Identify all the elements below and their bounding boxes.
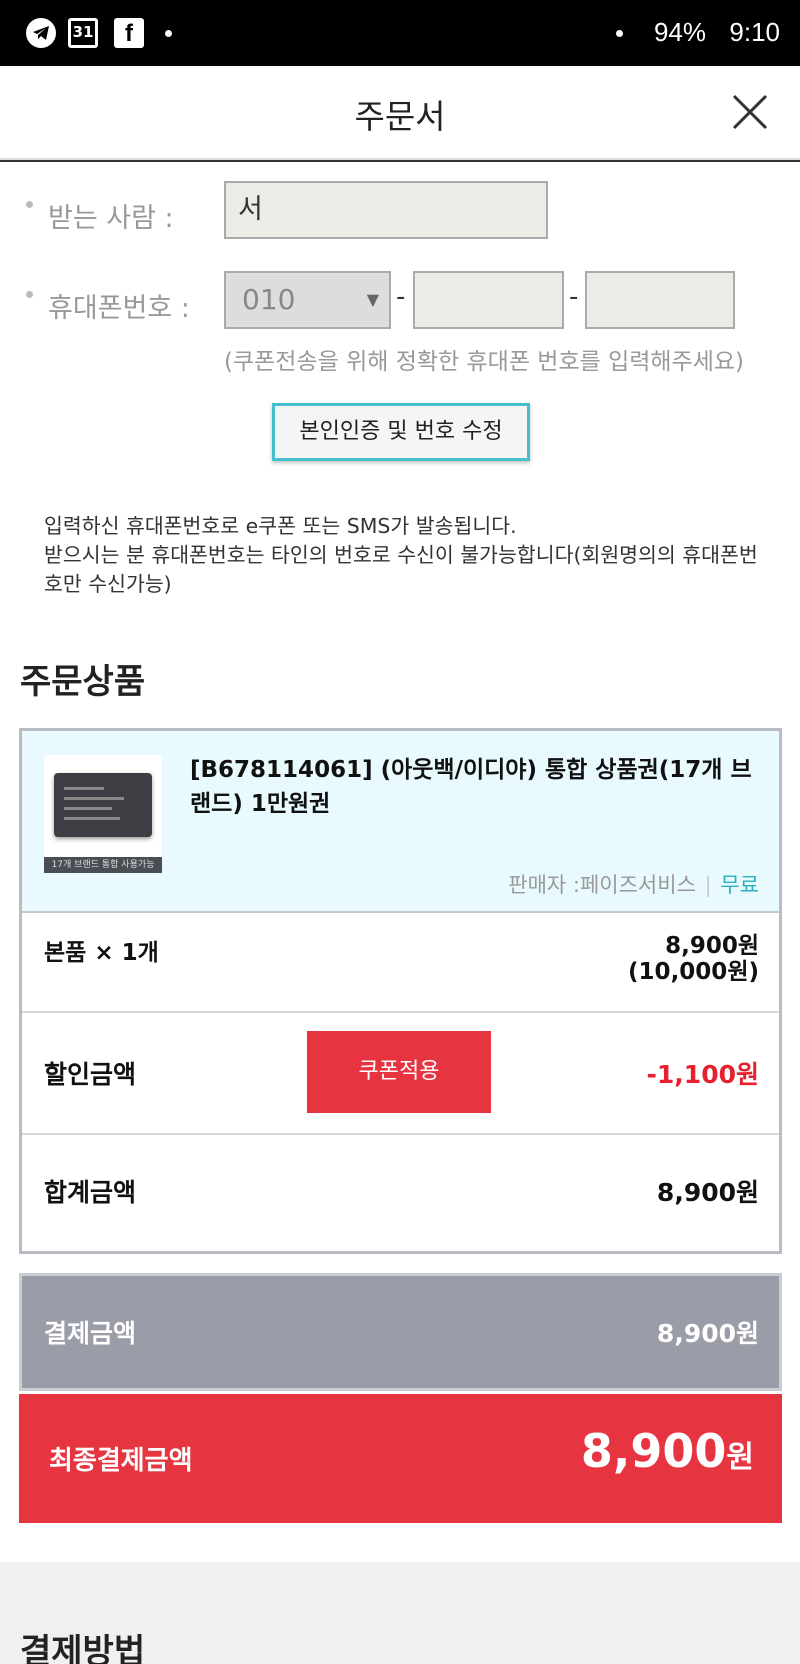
- subtotal-value: 8,900원: [656, 1178, 759, 1207]
- payment-method-title: 결제방법: [20, 1632, 146, 1664]
- sale-price: 8,900원: [665, 933, 759, 959]
- discount-row: 할인금액 쿠폰적용 -1,100원: [22, 1013, 779, 1135]
- recipient-name-input[interactable]: 서: [224, 181, 548, 239]
- original-price: (10,000원): [628, 959, 759, 985]
- base-price-value: 8,900원 (10,000원): [628, 933, 759, 985]
- phone-middle-input[interactable]: [413, 271, 564, 329]
- notice-line: 받으시는 분 휴대폰번호는 타인의 번호로 수신이 불가능합니다(회원명의의 휴…: [44, 543, 758, 596]
- facebook-icon: f: [114, 18, 144, 48]
- discount-value: -1,100원: [646, 1060, 759, 1089]
- subtotal-label: 합계금액: [44, 1178, 137, 1207]
- product-thumbnail: 17개 브랜드 통합 사용가능: [44, 755, 162, 873]
- bullet-icon: [26, 201, 33, 208]
- bullet-icon: [26, 291, 33, 298]
- order-items-title: 주문상품: [20, 662, 146, 702]
- subtotal-row: 합계금액 8,900원: [22, 1135, 779, 1251]
- page-header: 주문서: [0, 66, 800, 162]
- phone-prefix-select[interactable]: 010 ▼: [224, 271, 391, 329]
- dropdown-arrow-icon: ▼: [366, 290, 379, 309]
- notice-line: 입력하신 휴대폰번호로 e쿠폰 또는 SMS가 발송됩니다.: [44, 514, 517, 538]
- seller-name: 판매자 :페이즈서비스: [508, 873, 696, 897]
- base-price-row: 본품 × 1개 8,900원 (10,000원): [22, 913, 779, 1013]
- telegram-icon: [26, 18, 56, 48]
- gift-card-image: [54, 773, 152, 837]
- close-icon: [732, 94, 768, 130]
- calendar-icon: 31: [68, 18, 98, 48]
- final-amount-unit: 원: [726, 1440, 754, 1475]
- verify-identity-button[interactable]: 본인인증 및 번호 수정: [272, 403, 530, 461]
- order-summary-box: 17개 브랜드 통합 사용가능 [B678114061] (아웃백/이디야) 통…: [19, 728, 782, 1254]
- phone-prefix-value: 010: [242, 283, 296, 316]
- phone-dash: -: [396, 282, 406, 312]
- phone-label: 휴대폰번호 :: [48, 293, 190, 324]
- thumbnail-caption: 17개 브랜드 통합 사용가능: [44, 857, 162, 873]
- payment-amount-box: 결제금액 8,900원: [19, 1273, 782, 1391]
- close-button[interactable]: [730, 92, 770, 132]
- status-bar: 31 f 94% 9:10: [0, 0, 800, 66]
- final-amount-number: 8,900: [580, 1424, 727, 1478]
- base-price-label: 본품 × 1개: [44, 940, 159, 966]
- recipient-name-label: 받는 사람 :: [48, 203, 174, 234]
- product-card[interactable]: 17개 브랜드 통합 사용가능 [B678114061] (아웃백/이디야) 통…: [22, 731, 779, 913]
- page-title: 주문서: [354, 97, 446, 136]
- final-amount-box: 최종결제금액 8,900원: [19, 1394, 782, 1523]
- payment-amount-label: 결제금액: [44, 1319, 137, 1348]
- seller-info: 판매자 :페이즈서비스 | 무료: [508, 869, 759, 899]
- shipping-fee: 무료: [720, 873, 759, 897]
- apply-coupon-button[interactable]: 쿠폰적용: [307, 1031, 491, 1113]
- sms-notice: 입력하신 휴대폰번호로 e쿠폰 또는 SMS가 발송됩니다. 받으시는 분 휴대…: [44, 512, 764, 599]
- phone-hint: (쿠폰전송을 위해 정확한 휴대폰 번호를 입력해주세요): [224, 349, 745, 375]
- phone-last-input[interactable]: [585, 271, 735, 329]
- seller-separator: |: [704, 873, 712, 897]
- battery-level: 94%: [653, 17, 706, 47]
- discount-label: 할인금액: [44, 1060, 137, 1089]
- final-amount-label: 최종결제금액: [49, 1446, 193, 1476]
- header-divider: [0, 158, 800, 160]
- clock: 9:10: [729, 17, 780, 47]
- payment-amount-value: 8,900원: [656, 1319, 759, 1348]
- final-amount-value: 8,900원: [581, 1424, 754, 1478]
- notification-dot-icon: [165, 30, 172, 37]
- product-name: [B678114061] (아웃백/이디야) 통합 상품권(17개 브랜드) 1…: [190, 757, 752, 817]
- phone-dash: -: [569, 282, 579, 312]
- status-dot-icon: [616, 30, 623, 37]
